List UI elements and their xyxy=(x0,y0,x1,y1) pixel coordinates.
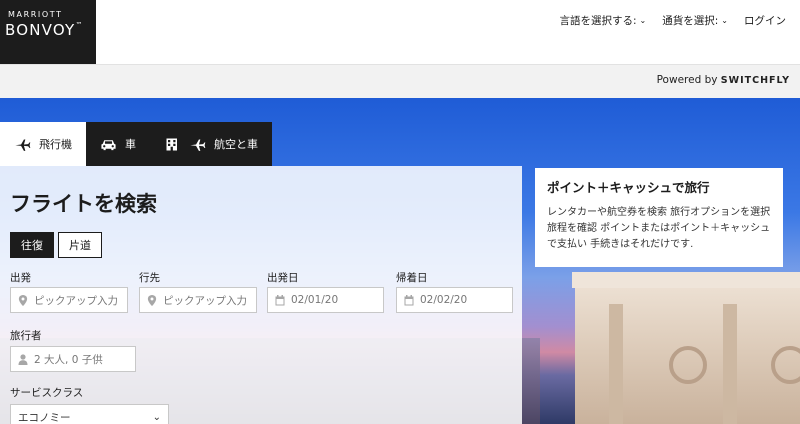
language-selector[interactable]: 言語を選択する: ⌄ xyxy=(560,13,647,28)
return-date-input[interactable]: 02/02/20 xyxy=(396,287,513,313)
search-type-tabs: 飛行機 車 航空と車 xyxy=(0,122,272,166)
return-date-label: 帰着日 xyxy=(396,272,428,284)
origin-placeholder: ピックアップ入力 xyxy=(34,294,118,307)
login-label: ログイン xyxy=(744,15,786,27)
login-link[interactable]: ログイン xyxy=(744,13,786,28)
powered-by-text: Powered by SWITCHFLY xyxy=(656,74,790,86)
logo-main-text: BONVOY™ xyxy=(5,21,84,39)
marriott-bonvoy-logo[interactable]: MARRIOTT BONVOY™ xyxy=(0,0,96,71)
depart-date-value: 02/01/20 xyxy=(291,294,339,306)
cabin-class-select[interactable]: エコノミー ⌄ xyxy=(10,404,169,424)
plane-icon xyxy=(15,139,31,151)
return-date-value: 02/02/20 xyxy=(420,294,468,306)
car-icon xyxy=(101,139,116,150)
points-cash-promo-card: ポイント＋キャッシュで旅行 レンタカーや航空券を検索 旅行オプションを選択 旅程… xyxy=(535,168,783,267)
person-icon xyxy=(18,353,28,365)
calendar-icon xyxy=(404,294,414,305)
top-nav: 言語を選択する: ⌄ 通貨を選択: ⌄ ログイン xyxy=(560,13,787,28)
calendar-icon xyxy=(275,294,285,305)
destination-placeholder: ピックアップ入力 xyxy=(163,294,247,307)
powered-by-bar: Powered by SWITCHFLY xyxy=(0,64,800,98)
location-pin-icon xyxy=(18,294,28,306)
origin-input[interactable]: ピックアップ入力 xyxy=(10,287,128,313)
currency-selector[interactable]: 通貨を選択: ⌄ xyxy=(662,13,728,28)
travelers-value: 2 大人, 0 子供 xyxy=(34,353,103,366)
tab-flight[interactable]: 飛行機 xyxy=(0,122,86,166)
one-way-button[interactable]: 片道 xyxy=(58,232,102,258)
ancient-ruin-image xyxy=(572,272,800,424)
tab-label: 航空と車 xyxy=(214,138,258,151)
logo-top-text: MARRIOTT xyxy=(8,10,63,19)
promo-body: レンタカーや航空券を検索 旅行オプションを選択 旅程を確認 ポイントまたはポイン… xyxy=(547,207,771,250)
chevron-down-icon: ⌄ xyxy=(639,16,647,25)
cabin-class-value: エコノミー xyxy=(18,411,71,424)
plane-icon xyxy=(190,139,206,151)
promo-title: ポイント＋キャッシュで旅行 xyxy=(547,180,710,195)
page-title: フライトを検索 xyxy=(10,192,157,216)
site-header: MARRIOTT BONVOY™ 言語を選択する: ⌄ 通貨を選択: ⌄ ログイ… xyxy=(0,0,800,71)
flight-search-panel: フライトを検索 往復 片道 出発 ピックアップ入力 行先 ピックアップ入力 出発… xyxy=(0,166,522,424)
tab-car[interactable]: 車 xyxy=(86,122,150,166)
origin-label: 出発 xyxy=(10,272,31,284)
language-label: 言語を選択する: xyxy=(559,15,637,27)
cabin-class-label: サービスクラス xyxy=(10,387,84,399)
tab-flight-car[interactable]: 航空と車 xyxy=(150,122,272,166)
chevron-down-icon: ⌄ xyxy=(152,411,161,423)
destination-label: 行先 xyxy=(139,272,160,284)
currency-label: 通貨を選択: xyxy=(662,15,719,27)
building-icon xyxy=(166,138,177,150)
depart-date-input[interactable]: 02/01/20 xyxy=(267,287,384,313)
travelers-input[interactable]: 2 大人, 0 子供 xyxy=(10,346,136,372)
location-pin-icon xyxy=(147,294,157,306)
switchfly-brand: SWITCHFLY xyxy=(720,75,790,86)
tab-label: 飛行機 xyxy=(39,138,72,151)
depart-date-label: 出発日 xyxy=(267,272,299,284)
destination-input[interactable]: ピックアップ入力 xyxy=(139,287,257,313)
chevron-down-icon: ⌄ xyxy=(721,16,728,25)
tab-label: 車 xyxy=(125,138,136,151)
round-trip-button[interactable]: 往復 xyxy=(10,232,54,258)
travelers-label: 旅行者 xyxy=(10,330,42,342)
